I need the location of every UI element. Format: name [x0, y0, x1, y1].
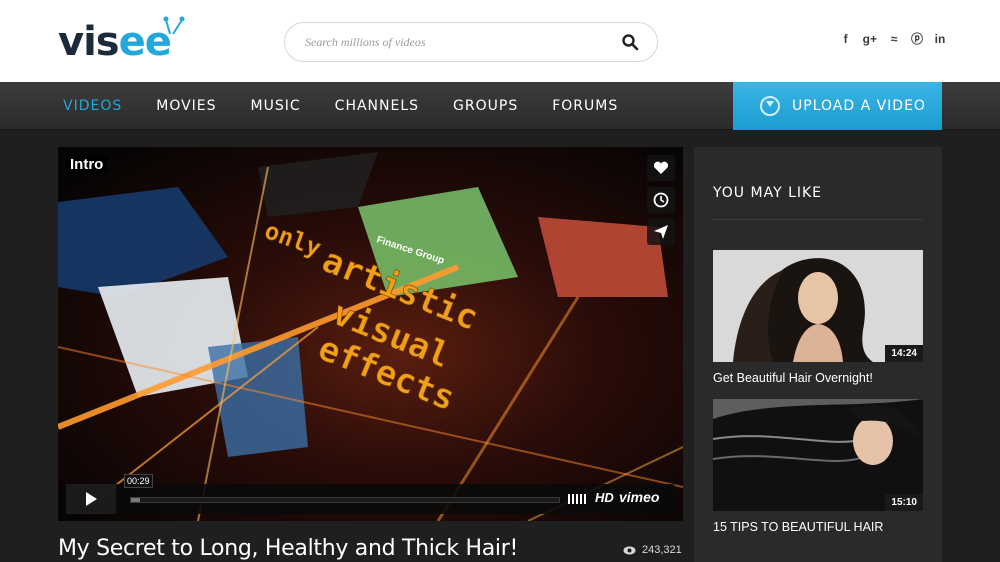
upload-video-button[interactable]: UPLOAD A VIDEO — [733, 82, 942, 130]
volume-icon[interactable] — [568, 494, 586, 504]
hd-toggle[interactable]: HD — [595, 490, 614, 505]
play-icon — [86, 492, 97, 506]
related-video-card[interactable]: 14:24 Get Beautiful Hair Overnight! — [713, 250, 923, 385]
upload-label: UPLOAD A VIDEO — [792, 98, 926, 114]
player-controls: 00:29 HD vimeo — [66, 474, 675, 514]
search-box — [284, 22, 658, 62]
site-logo[interactable]: visee — [58, 14, 185, 65]
logo-text-part-1: vis — [58, 19, 120, 65]
send-icon — [654, 225, 668, 239]
progress-fill — [131, 498, 140, 502]
download-arrow-icon — [760, 96, 780, 116]
main-nav: VIDEOS MOVIES MUSIC CHANNELS GROUPS FORU… — [0, 82, 1000, 130]
pinterest-icon[interactable]: ⓟ — [911, 32, 923, 46]
view-count: 243,321 — [623, 544, 682, 556]
nav-item-channels[interactable]: CHANNELS — [335, 98, 419, 114]
video-duration: 14:24 — [885, 345, 923, 362]
rss-icon[interactable]: ≈ — [888, 32, 900, 46]
related-video-title[interactable]: 15 TIPS TO BEAUTIFUL HAIR — [713, 520, 923, 534]
like-button[interactable] — [647, 155, 675, 181]
related-video-title[interactable]: Get Beautiful Hair Overnight! — [713, 371, 923, 385]
linkedin-icon[interactable]: in — [934, 32, 946, 46]
video-intro-label: Intro — [66, 155, 108, 174]
social-links: f g+ ≈ ⓟ in — [840, 32, 946, 46]
heart-icon — [653, 161, 669, 174]
watch-later-button[interactable] — [647, 187, 675, 213]
video-duration: 15:10 — [885, 494, 923, 511]
share-button[interactable] — [647, 219, 675, 245]
google-plus-icon[interactable]: g+ — [863, 32, 877, 46]
nav-item-forums[interactable]: FORUMS — [552, 98, 618, 114]
current-time: 00:29 — [124, 474, 153, 488]
antenna-icon — [163, 16, 185, 35]
video-player[interactable]: Finance Group only artistic visual effec… — [58, 147, 683, 521]
you-may-like-sidebar: YOU MAY LIKE 14:24 Get Beautiful Hair Ov… — [694, 147, 942, 562]
play-button[interactable] — [66, 484, 116, 514]
site-header: visee f g+ ≈ ⓟ in — [0, 0, 1000, 82]
sidebar-divider — [713, 219, 923, 220]
video-title: My Secret to Long, Healthy and Thick Hai… — [58, 536, 518, 561]
related-video-card[interactable]: 15:10 15 TIPS TO BEAUTIFUL HAIR — [713, 399, 923, 534]
search-input[interactable] — [305, 23, 605, 61]
clock-icon — [653, 192, 669, 208]
video-thumbnail[interactable]: 14:24 — [713, 250, 923, 362]
video-thumbnail[interactable]: 15:10 — [713, 399, 923, 511]
facebook-icon[interactable]: f — [840, 32, 852, 46]
progress-bar[interactable] — [130, 497, 560, 503]
search-icon[interactable] — [621, 33, 639, 51]
nav-items: VIDEOS MOVIES MUSIC CHANNELS GROUPS FORU… — [63, 82, 652, 130]
nav-item-music[interactable]: MUSIC — [251, 98, 301, 114]
view-count-value: 243,321 — [642, 544, 682, 556]
eye-icon — [623, 546, 636, 554]
nav-item-groups[interactable]: GROUPS — [453, 98, 518, 114]
video-frame: Finance Group only artistic visual effec… — [58, 147, 683, 521]
logo-text: visee — [58, 19, 172, 65]
nav-item-videos[interactable]: VIDEOS — [63, 98, 122, 114]
vimeo-logo[interactable]: vimeo — [619, 489, 659, 505]
sidebar-title: YOU MAY LIKE — [713, 185, 823, 201]
nav-item-movies[interactable]: MOVIES — [156, 98, 216, 114]
